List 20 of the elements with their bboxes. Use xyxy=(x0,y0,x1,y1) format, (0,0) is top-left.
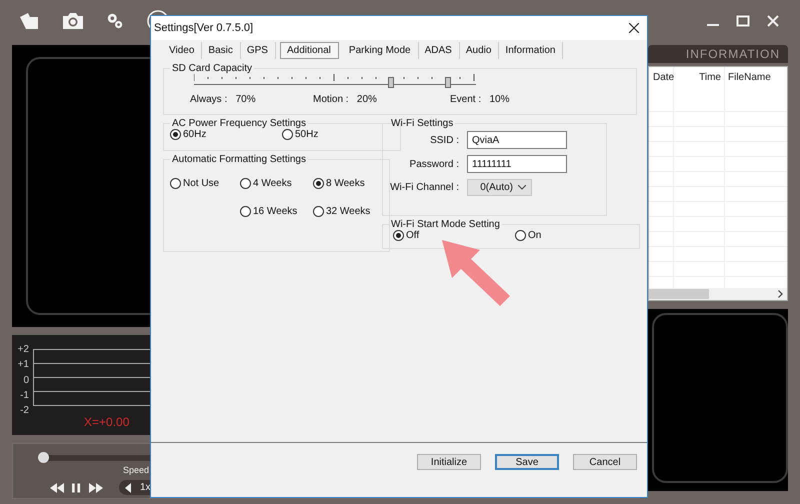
capacity-reading: Always : 70% xyxy=(190,94,257,105)
field-label: Password : xyxy=(408,158,459,170)
group-title: Wi-Fi Settings xyxy=(390,118,454,129)
group-title: SD Card Capacity xyxy=(171,63,254,74)
group-title: AC Power Frequency Settings xyxy=(171,118,307,129)
speed-label: Speed xyxy=(123,465,150,475)
field-label: SSID : xyxy=(429,134,459,146)
readout-text: X=+0.00 xyxy=(84,415,130,429)
capacity-reading: Motion : 20% xyxy=(313,94,378,105)
speed-value: 1x xyxy=(140,482,151,493)
group-title: Wi-Fi Start Mode Setting xyxy=(390,219,501,230)
dialog-title: Settings[Ver 0.7.5.0] xyxy=(154,22,254,34)
capacity-reading: Event : 10% xyxy=(450,94,510,105)
field-label: Wi-Fi Channel : xyxy=(389,182,459,193)
axis-label: 0 xyxy=(23,374,29,388)
axis-label: +1 xyxy=(18,358,29,372)
axis-label: -2 xyxy=(20,404,29,418)
group-title: Automatic Formatting Settings xyxy=(171,154,307,165)
axis-label: +2 xyxy=(18,343,29,357)
axis-label: -1 xyxy=(20,388,29,403)
